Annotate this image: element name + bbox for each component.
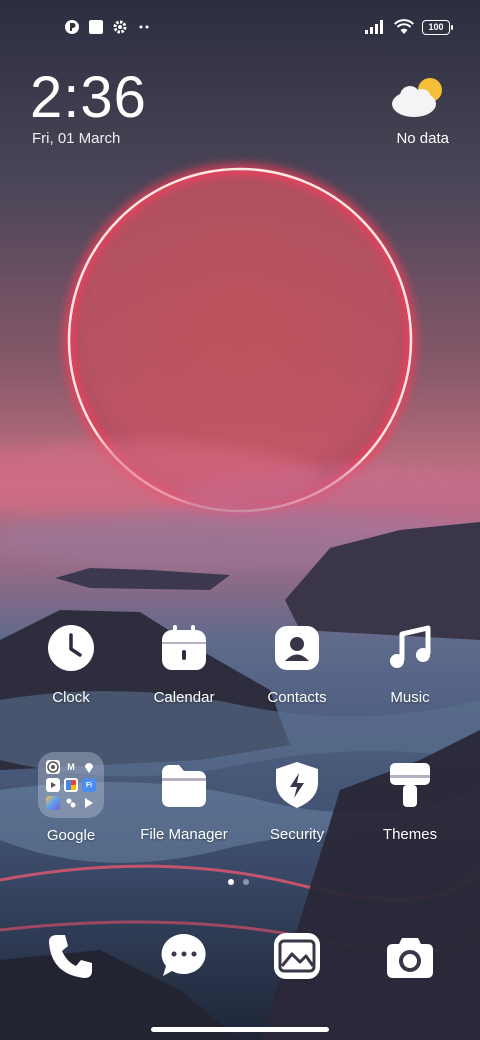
google-folder: M Fi (38, 752, 104, 818)
chrome-icon (46, 760, 60, 774)
paint-roller-icon (390, 763, 430, 807)
app-label: Contacts (267, 689, 327, 706)
app-calendar[interactable]: Calendar (124, 623, 244, 706)
contacts-icon (275, 626, 319, 670)
photos-icon (46, 796, 60, 810)
play-icon (82, 796, 96, 810)
phone-icon (49, 935, 92, 978)
app-notification-icon (65, 20, 79, 34)
app-label: Google (46, 827, 96, 844)
app-label: Calendar (153, 689, 215, 706)
app-file-manager[interactable]: File Manager (124, 760, 244, 843)
folder-google[interactable]: M Fi Google (11, 752, 131, 844)
signal-icon (365, 20, 383, 34)
youtube-icon (46, 778, 60, 792)
app-themes[interactable]: Themes (350, 760, 470, 843)
page-indicator[interactable] (228, 879, 249, 885)
calendar-icon (162, 625, 206, 670)
app-clock[interactable]: Clock (11, 623, 131, 706)
wifi-icon (394, 19, 414, 34)
folder-icon (162, 765, 206, 807)
more-notifications-icon (139, 25, 149, 29)
status-bar: 100 (0, 0, 480, 56)
app-label: Music (390, 689, 430, 706)
music-note-icon (390, 625, 431, 668)
gallery-icon (274, 933, 320, 979)
shield-bolt-icon (276, 762, 318, 808)
square-notification-icon (89, 20, 103, 34)
page-dot-active (228, 879, 234, 885)
clock-icon (48, 625, 94, 671)
dock-camera[interactable] (350, 931, 470, 981)
app-security[interactable]: Security (237, 760, 357, 843)
app-label: Themes (382, 826, 438, 843)
dock-gallery[interactable] (237, 931, 357, 981)
notification-icons (64, 19, 152, 35)
settings-notification-icon (113, 20, 127, 34)
maps-icon (82, 760, 96, 774)
partly-cloudy-icon[interactable] (390, 74, 450, 120)
page-dot (243, 879, 249, 885)
gmail-icon: M (67, 762, 75, 772)
battery-indicator: 100 (422, 19, 453, 35)
clock-date[interactable]: Fri, 01 March (32, 130, 120, 147)
app-label: Clock (52, 689, 90, 706)
weather-status[interactable]: No data (396, 130, 449, 147)
camera-icon (387, 938, 433, 978)
app-music[interactable]: Music (350, 623, 470, 706)
dock-messages[interactable] (124, 931, 244, 981)
meet-icon: Fi (82, 778, 96, 792)
messages-icon (161, 933, 206, 976)
clock-time[interactable]: 2:36 (30, 66, 147, 130)
google-icon (64, 778, 78, 792)
dock-phone[interactable] (11, 931, 131, 981)
home-indicator-bar[interactable] (151, 1027, 329, 1032)
app-label: Security (269, 826, 325, 843)
assistant-icon (64, 796, 78, 810)
app-contacts[interactable]: Contacts (237, 623, 357, 706)
app-label: File Manager (140, 826, 228, 843)
